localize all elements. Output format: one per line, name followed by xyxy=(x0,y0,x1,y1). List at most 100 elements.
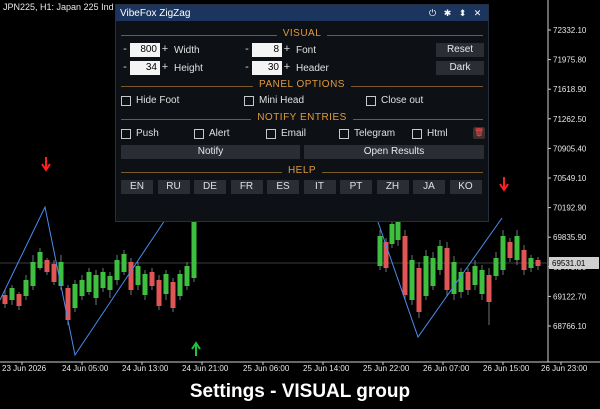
candle-body xyxy=(472,266,478,285)
time-label: 24 Jun 05:00 xyxy=(62,364,109,373)
panel-titlebar[interactable]: VibeFox ZigZag ⏻ ✱ ⬍ ✕ xyxy=(116,5,488,21)
section-visual: VISUAL xyxy=(116,28,488,41)
candle-body xyxy=(44,260,50,272)
html-checkbox[interactable]: Html xyxy=(412,128,448,139)
section-panel-options: PANEL OPTIONS xyxy=(116,79,488,92)
email-box[interactable] xyxy=(266,128,276,139)
font-input[interactable]: 8 xyxy=(252,43,282,57)
candle-body xyxy=(507,242,513,258)
lang-button-fr[interactable]: FR xyxy=(230,180,263,194)
lang-button-ja[interactable]: JA xyxy=(413,180,445,194)
candle-body xyxy=(535,260,541,266)
candle-body xyxy=(9,288,15,300)
hide-foot-box[interactable] xyxy=(121,95,131,106)
candle-body xyxy=(402,236,408,295)
alert-box[interactable] xyxy=(194,128,204,139)
notify-button[interactable]: Notify xyxy=(121,145,300,159)
width-increment[interactable]: + xyxy=(160,43,170,57)
time-label: 25 Jun 06:00 xyxy=(243,364,290,373)
close-out-label: Close out xyxy=(381,95,424,106)
push-box[interactable] xyxy=(121,128,131,139)
zigzag-settings-panel: VibeFox ZigZag ⏻ ✱ ⬍ ✕ VISUAL - 800 + Wi… xyxy=(115,4,489,222)
price-label: 69835.90 xyxy=(553,233,587,242)
candle-body xyxy=(458,272,464,292)
close-out-checkbox[interactable]: Close out xyxy=(366,95,423,106)
candle-body xyxy=(444,248,450,290)
caption: Settings - VISUAL group xyxy=(0,375,600,409)
candle-body xyxy=(86,272,92,292)
panel-title: VibeFox ZigZag xyxy=(120,7,191,19)
visual-row-1: - 800 + Width - 8 + Font Reset xyxy=(116,41,488,59)
gear-icon[interactable]: ✱ xyxy=(441,8,454,19)
lang-button-ru[interactable]: RU xyxy=(157,180,190,194)
candle-body xyxy=(409,260,415,300)
width-decrement[interactable]: - xyxy=(120,43,130,57)
candle-body xyxy=(23,280,29,296)
font-increment[interactable]: + xyxy=(282,43,292,57)
height-input[interactable]: 34 xyxy=(130,61,160,75)
move-icon[interactable]: ⬍ xyxy=(456,8,469,19)
candle-body xyxy=(107,276,113,290)
symbol-title: JPN225, H1: Japan 225 Ind xyxy=(3,2,114,12)
candle-body xyxy=(156,280,162,306)
close-icon[interactable]: ✕ xyxy=(471,8,484,19)
language-buttons: EN RU DE FR ES IT PT ZH JA KO xyxy=(121,180,486,194)
panel-options-row: Hide Foot Mini Head Close out xyxy=(116,92,488,112)
height-stepper: - 34 + Height xyxy=(120,61,203,75)
mini-head-checkbox[interactable]: Mini Head xyxy=(244,95,304,106)
candle-body xyxy=(437,246,443,270)
candle-body xyxy=(100,272,106,288)
lang-button-de[interactable]: DE xyxy=(194,180,226,194)
close-out-box[interactable] xyxy=(366,95,376,106)
power-icon[interactable]: ⏻ xyxy=(426,8,439,19)
width-label: Width xyxy=(174,44,200,56)
time-label: 25 Jun 14:00 xyxy=(303,364,350,373)
candle-body xyxy=(149,272,155,286)
height-decrement[interactable]: - xyxy=(120,61,130,75)
header-decrement[interactable]: - xyxy=(242,61,252,75)
candle-body xyxy=(93,275,99,298)
candle-body xyxy=(163,274,169,294)
candle-body xyxy=(479,270,485,294)
candle-body xyxy=(37,252,43,268)
trash-icon[interactable]: 🗑 xyxy=(473,127,485,139)
width-input[interactable]: 800 xyxy=(130,43,160,57)
price-label: 71618.90 xyxy=(553,85,587,94)
header-increment[interactable]: + xyxy=(282,61,292,75)
lang-button-it[interactable]: IT xyxy=(303,180,336,194)
time-label: 24 Jun 21:00 xyxy=(182,364,229,373)
candle-body xyxy=(430,258,436,286)
candle-body xyxy=(377,236,383,266)
section-notify-entries: NOTIFY ENTRIES xyxy=(116,112,488,125)
push-checkbox[interactable]: Push xyxy=(121,128,159,139)
font-label: Font xyxy=(296,44,317,56)
html-box[interactable] xyxy=(412,128,422,139)
time-label: 26 Jun 07:00 xyxy=(423,364,470,373)
lang-button-es[interactable]: ES xyxy=(267,180,299,194)
header-input[interactable]: 30 xyxy=(252,61,282,75)
time-label: 25 Jun 22:00 xyxy=(363,364,410,373)
lang-button-zh[interactable]: ZH xyxy=(376,180,409,194)
lang-button-en[interactable]: EN xyxy=(121,180,153,194)
hide-foot-checkbox[interactable]: Hide Foot xyxy=(121,95,179,106)
lang-button-ko[interactable]: KO xyxy=(449,180,482,194)
dark-button[interactable]: Dark xyxy=(436,61,484,75)
mini-head-box[interactable] xyxy=(244,95,254,106)
telegram-box[interactable] xyxy=(339,128,349,139)
candle-body xyxy=(177,274,183,296)
font-decrement[interactable]: - xyxy=(242,43,252,57)
telegram-checkbox[interactable]: Telegram xyxy=(339,128,395,139)
current-price-label: 69531.01 xyxy=(552,259,586,268)
candle-body xyxy=(465,272,471,290)
alert-checkbox[interactable]: Alert xyxy=(194,128,230,139)
open-results-button[interactable]: Open Results xyxy=(304,145,484,159)
email-label: Email xyxy=(281,128,307,139)
help-row: EN RU DE FR ES IT PT ZH JA KO xyxy=(116,178,488,196)
email-checkbox[interactable]: Email xyxy=(266,128,306,139)
lang-button-pt[interactable]: PT xyxy=(340,180,372,194)
candle-body xyxy=(423,256,429,296)
height-label: Height xyxy=(174,62,203,74)
reset-button[interactable]: Reset xyxy=(436,43,484,57)
height-increment[interactable]: + xyxy=(160,61,170,75)
candle-body xyxy=(16,294,22,306)
